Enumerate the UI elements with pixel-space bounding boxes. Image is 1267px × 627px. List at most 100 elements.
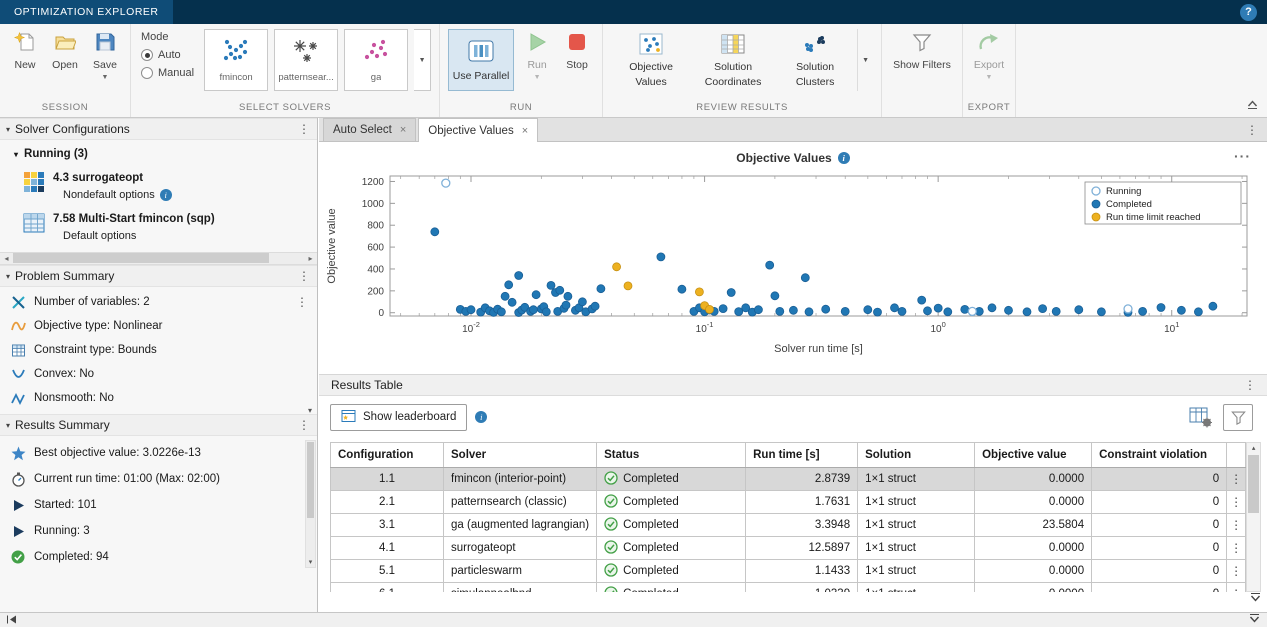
column-header-constraint-violation[interactable]: Constraint violation <box>1092 443 1227 468</box>
point-completed[interactable] <box>505 281 513 289</box>
collapse-table-panel-icon[interactable] <box>1249 590 1262 608</box>
section-menu-icon[interactable]: ⋮ <box>297 269 311 283</box>
solver-patternsearch-button[interactable]: patternsear... <box>274 29 338 91</box>
point-completed[interactable] <box>564 292 572 300</box>
export-button[interactable]: Export ▼ <box>971 29 1007 83</box>
show-leaderboard-button[interactable]: Show leaderboard <box>330 404 467 431</box>
point-completed[interactable] <box>1097 308 1105 316</box>
summary-item-nonsmooth[interactable]: Nonsmooth: No <box>0 386 317 410</box>
summary-item-objective-type[interactable]: Objective type: Nonlinear <box>0 314 317 338</box>
scroll-down-icon[interactable]: ▾ <box>308 406 312 415</box>
row-menu-button[interactable]: ⋮ <box>1227 491 1246 514</box>
point-completed[interactable] <box>556 286 564 294</box>
tab-overflow-menu-icon[interactable]: ⋮ <box>1237 123 1267 137</box>
tab-objective-values[interactable]: Objective Values × <box>418 118 538 142</box>
config-item-multistart-fmincon[interactable]: 7.58 Multi-Start fmincon (sqp) Default o… <box>0 206 317 247</box>
scroll-right-icon[interactable]: ▸ <box>304 252 317 265</box>
point-completed[interactable] <box>578 298 586 306</box>
summary-item-constraint-type[interactable]: Constraint type: Bounds <box>0 338 317 362</box>
point-run-time-limit-reached[interactable] <box>706 305 714 313</box>
sidebar-vertical-scrollbar[interactable]: ▾ <box>305 440 316 568</box>
solver-configurations-header[interactable]: ▾ Solver Configurations ⋮ <box>0 118 317 140</box>
save-dropdown-icon[interactable]: ▼ <box>102 74 109 81</box>
point-completed[interactable] <box>961 305 969 313</box>
table-columns-settings-button[interactable] <box>1185 404 1215 431</box>
sidebar-horizontal-scrollbar[interactable]: ◂ ▸ <box>0 252 317 265</box>
solvers-dropdown-button[interactable]: ▼ <box>414 29 431 91</box>
toolstrip-tab-optimization-explorer[interactable]: OPTIMIZATION EXPLORER <box>0 0 173 24</box>
point-completed[interactable] <box>771 292 779 300</box>
point-completed[interactable] <box>874 308 882 316</box>
scroll-down-icon[interactable]: ▾ <box>306 558 315 567</box>
point-completed[interactable] <box>1177 306 1185 314</box>
column-header-configuration[interactable]: Configuration <box>331 443 444 468</box>
review-results-dropdown-button[interactable]: ▼ <box>857 29 873 91</box>
close-icon[interactable]: × <box>522 125 528 137</box>
row-menu-button[interactable]: ⋮ <box>1227 514 1246 537</box>
point-run-time-limit-reached[interactable] <box>624 282 632 290</box>
point-completed[interactable] <box>766 261 774 269</box>
new-button[interactable]: New <box>8 29 42 73</box>
point-completed[interactable] <box>1005 306 1013 314</box>
stop-button[interactable]: Stop <box>560 29 594 73</box>
export-dropdown-icon[interactable]: ▼ <box>986 74 993 81</box>
point-completed[interactable] <box>591 302 599 310</box>
point-completed[interactable] <box>1039 305 1047 313</box>
point-completed[interactable] <box>776 307 784 315</box>
point-completed[interactable] <box>934 304 942 312</box>
scroll-up-icon[interactable]: ▴ <box>1247 443 1260 455</box>
point-completed[interactable] <box>1209 302 1217 310</box>
point-completed[interactable] <box>515 272 523 280</box>
results-summary-header[interactable]: ▾ Results Summary ⋮ <box>0 414 317 436</box>
table-row-3.1[interactable]: 3.1ga (augmented lagrangian)Completed3.3… <box>331 514 1246 537</box>
summary-item-completed[interactable]: Completed: 94 <box>0 544 303 570</box>
problem-summary-header[interactable]: ▾ Problem Summary ⋮ <box>0 265 317 287</box>
info-icon[interactable]: i <box>475 411 487 423</box>
scrollbar-thumb[interactable] <box>1248 455 1259 513</box>
mode-auto-radio[interactable]: Auto <box>141 49 194 61</box>
section-menu-icon[interactable]: ⋮ <box>297 418 311 432</box>
scroll-left-icon[interactable]: ◂ <box>0 252 13 265</box>
point-completed[interactable] <box>1023 308 1031 316</box>
point-completed[interactable] <box>1157 304 1165 312</box>
collapse-triangle-icon[interactable]: ▾ <box>14 150 18 159</box>
table-row-6.1[interactable]: 6.1simulannealbndCompleted1.03391×1 stru… <box>331 583 1246 593</box>
run-dropdown-icon[interactable]: ▼ <box>534 74 541 81</box>
section-menu-icon[interactable]: ⋮ <box>297 122 311 136</box>
scrollbar-thumb[interactable] <box>13 253 269 263</box>
point-completed[interactable] <box>532 291 540 299</box>
point-run-time-limit-reached[interactable] <box>613 263 621 271</box>
summary-item-run-time[interactable]: Current run time: 01:00 (Max: 02:00) <box>0 466 303 492</box>
point-completed[interactable] <box>678 285 686 293</box>
point-completed[interactable] <box>841 307 849 315</box>
collapse-left-panel-icon[interactable] <box>6 611 17 627</box>
summary-item-variables[interactable]: Number of variables: 2 ⋮ <box>0 290 317 314</box>
point-completed[interactable] <box>822 305 830 313</box>
table-row-2.1[interactable]: 2.1patternsearch (classic)Completed1.763… <box>331 491 1246 514</box>
column-header-run-time-s-[interactable]: Run time [s] <box>746 443 858 468</box>
point-completed[interactable] <box>801 274 809 282</box>
help-button[interactable]: ? <box>1240 4 1257 21</box>
collapse-chevron-icon[interactable]: ▾ <box>6 125 10 134</box>
point-completed[interactable] <box>657 253 665 261</box>
collapse-ribbon-icon[interactable] <box>1246 97 1259 115</box>
point-completed[interactable] <box>719 305 727 313</box>
row-menu-button[interactable]: ⋮ <box>1227 468 1246 491</box>
point-completed[interactable] <box>944 308 952 316</box>
run-button[interactable]: Run ▼ <box>520 29 554 83</box>
open-button[interactable]: Open <box>48 29 82 73</box>
point-completed[interactable] <box>898 307 906 315</box>
point-completed[interactable] <box>727 289 735 297</box>
point-running[interactable] <box>442 179 450 187</box>
point-completed[interactable] <box>1075 306 1083 314</box>
mode-manual-radio[interactable]: Manual <box>141 67 194 79</box>
summary-item-started[interactable]: Started: 101 <box>0 492 303 518</box>
results-table[interactable]: ConfigurationSolverStatusRun time [s]Sol… <box>330 442 1246 592</box>
chart-options-menu-icon[interactable]: ··· <box>1234 148 1251 164</box>
table-row-5.1[interactable]: 5.1particleswarmCompleted1.14331×1 struc… <box>331 560 1246 583</box>
table-row-4.1[interactable]: 4.1surrogateoptCompleted12.58971×1 struc… <box>331 537 1246 560</box>
point-completed[interactable] <box>918 296 926 304</box>
info-icon[interactable]: i <box>838 152 850 164</box>
point-completed[interactable] <box>988 304 996 312</box>
row-menu-button[interactable]: ⋮ <box>1227 537 1246 560</box>
